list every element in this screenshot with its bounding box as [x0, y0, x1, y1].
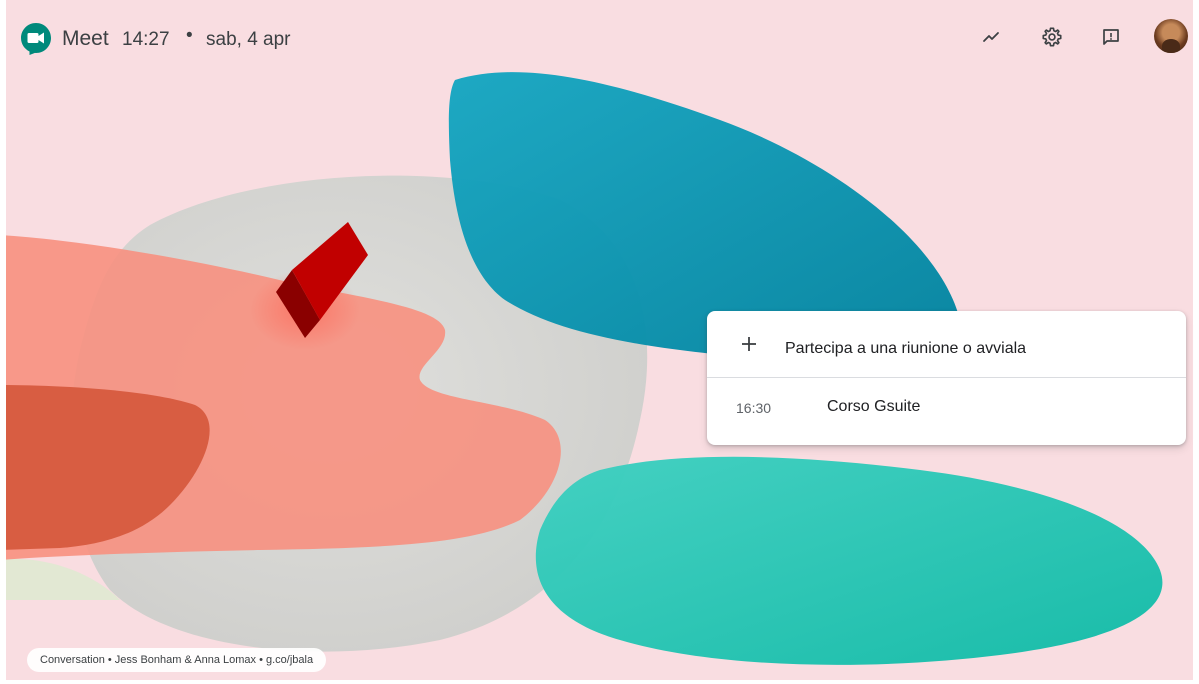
mint-blob [535, 456, 1163, 665]
settings-button[interactable] [1039, 24, 1065, 50]
activity-icon [983, 32, 999, 42]
app-title: Meet [62, 27, 109, 50]
feedback-button[interactable] [1098, 24, 1124, 50]
activity-button[interactable] [978, 24, 1004, 50]
join-or-start-meeting-button[interactable]: Partecipa a una riunione o avviala [707, 311, 1186, 377]
meeting-list-item[interactable]: 16:30 Corso Gsuite [707, 378, 1186, 445]
current-time: 14:27 [122, 29, 170, 50]
feedback-icon [1103, 29, 1119, 45]
time-date-separator: • [186, 25, 193, 46]
top-bar: Meet 14:27 • sab, 4 apr [0, 0, 1199, 78]
plus-icon [742, 337, 756, 351]
meeting-name: Corso Gsuite [827, 398, 921, 415]
meeting-card: Partecipa a una riunione o avviala 16:30… [707, 311, 1186, 445]
settings-icon [1042, 27, 1062, 47]
current-date: sab, 4 apr [206, 29, 291, 50]
meeting-time: 16:30 [736, 400, 772, 416]
meet-logo-icon [21, 23, 51, 55]
join-label: Partecipa a una riunione o avviala [785, 340, 1027, 357]
avatar[interactable] [1154, 19, 1188, 53]
artwork-credit-link[interactable]: Conversation • Jess Bonham & Anna Lomax … [27, 648, 327, 672]
